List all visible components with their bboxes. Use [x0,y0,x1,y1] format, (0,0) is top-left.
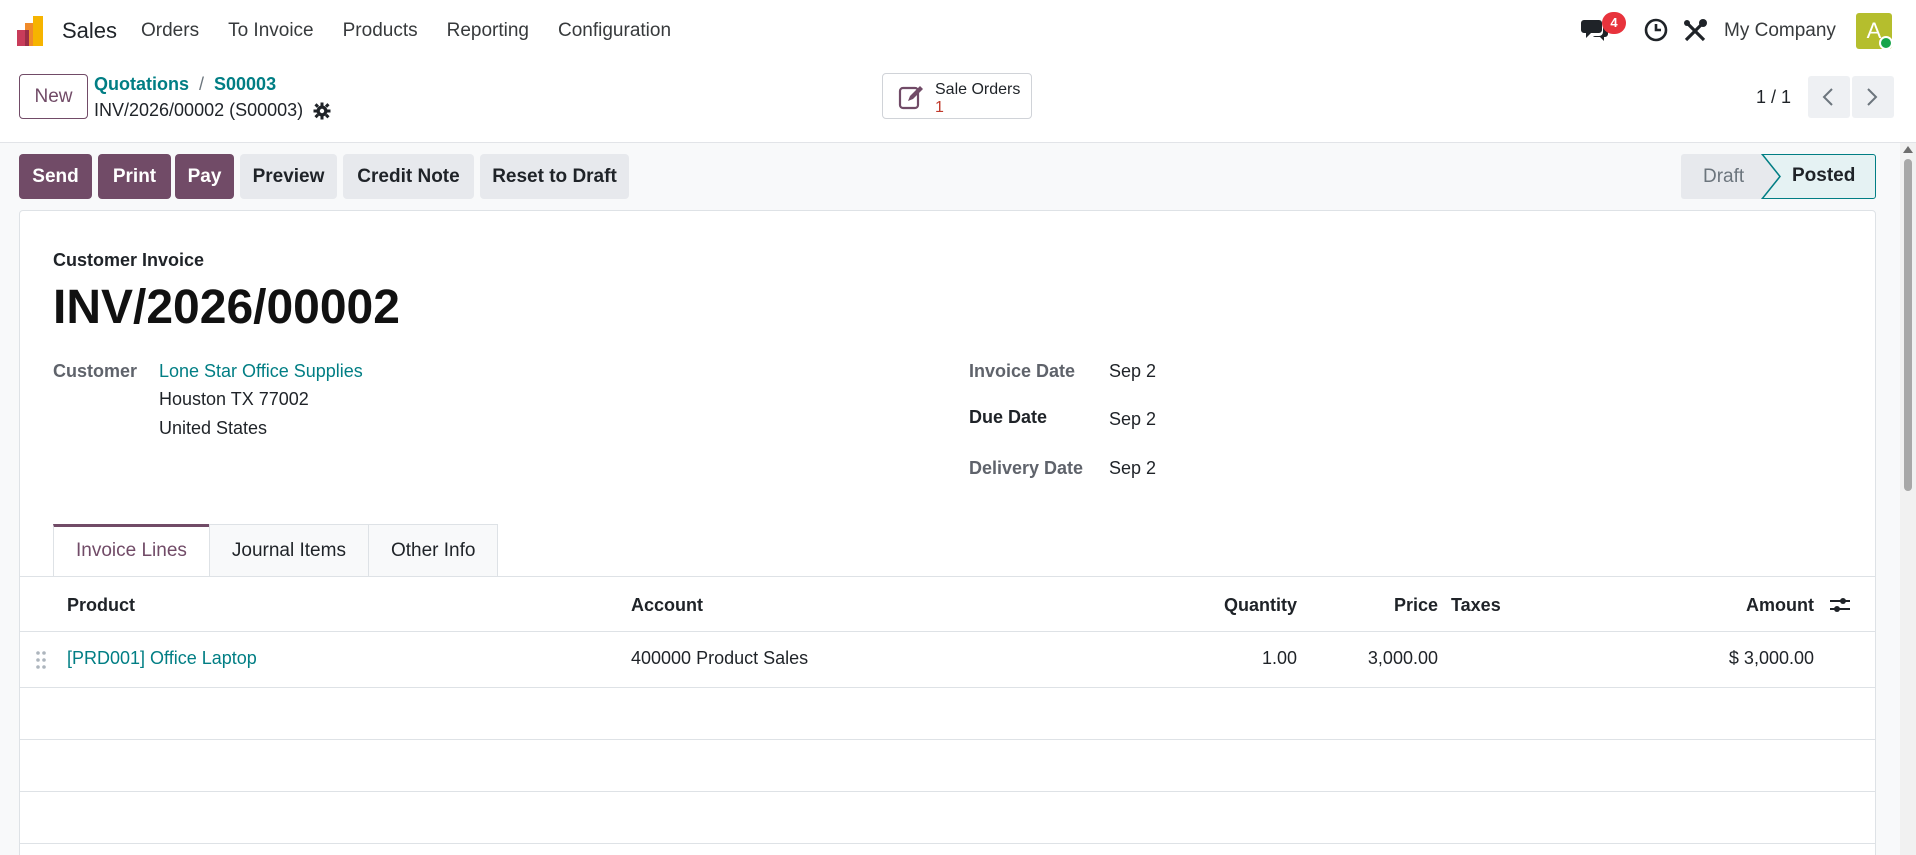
chevron-left-icon [1822,88,1833,106]
gear-icon[interactable] [313,102,331,120]
app-name[interactable]: Sales [62,18,117,44]
sale-orders-smart-button[interactable]: Sale Orders 1 [882,73,1032,119]
notebook-tabs: Invoice Lines Journal Items Other Info [53,524,499,577]
breadcrumb-order[interactable]: S00003 [214,74,276,95]
empty-row-divider [20,843,1875,844]
menu-item-to-invoice[interactable]: To Invoice [228,20,314,42]
empty-row-divider [20,791,1875,792]
company-switcher[interactable]: My Company [1724,20,1836,42]
tab-divider [19,576,1876,577]
menu-item-products[interactable]: Products [343,20,418,42]
customer-address-line1: Houston TX 77002 [159,389,309,409]
customer-link[interactable]: Lone Star Office Supplies [159,361,363,382]
line-quantity[interactable]: 1.00 [1262,648,1297,669]
send-button[interactable]: Send [19,154,92,199]
top-navbar: Sales Orders To Invoice Products Reporti… [0,0,1916,63]
menu-item-reporting[interactable]: Reporting [447,20,529,42]
column-header-account[interactable]: Account [631,595,703,616]
pager-next-button[interactable] [1852,76,1894,118]
online-status-dot [1879,36,1893,50]
drag-handle-icon[interactable] [35,650,47,670]
menu-item-configuration[interactable]: Configuration [558,20,671,42]
line-amount: $ 3,000.00 [1728,648,1814,668]
invoice-number: INV/2026/00002 [53,281,400,334]
empty-row-divider [20,739,1875,740]
table-row-divider [20,687,1875,688]
due-date-label: Due Date [969,407,1048,427]
due-date-value[interactable]: Sep 2 [1109,409,1156,430]
column-header-taxes[interactable]: Taxes [1451,595,1501,616]
column-options-icon[interactable] [1829,595,1851,615]
line-price[interactable]: 3,000.00 [1368,648,1438,669]
column-header-product[interactable]: Product [67,595,135,616]
smart-button-count: 1 [935,99,944,116]
line-account[interactable]: 400000 Product Sales [631,648,808,669]
record-title: INV/2026/00002 (S00003) [94,100,331,121]
clock-icon[interactable] [1644,18,1668,42]
breadcrumb-separator: / [199,74,205,94]
tab-invoice-lines[interactable]: Invoice Lines [53,524,210,577]
chevron-right-icon [1867,88,1878,106]
pay-button[interactable]: Pay [175,154,234,199]
menu-item-orders[interactable]: Orders [141,20,199,42]
breadcrumb: Quotations / S00003 [94,74,276,95]
chat-count-badge: 4 [1602,12,1626,34]
delivery-date-value[interactable]: Sep 2 [1109,458,1156,479]
document-type: Customer Invoice [53,250,205,270]
tab-journal-items[interactable]: Journal Items [208,524,369,577]
main-menu: Orders To Invoice Products Reporting Con… [141,20,700,42]
smart-button-label: Sale Orders [935,81,1021,98]
pager-previous-button[interactable] [1808,76,1850,118]
tab-other-info[interactable]: Other Info [367,524,499,577]
invoice-date-value[interactable]: Sep 2 [1109,361,1156,382]
credit-note-button[interactable]: Credit Note [343,154,474,199]
pager-value[interactable]: 1 / 1 [1756,87,1791,108]
stage-arrow-icon [1761,154,1781,199]
print-button[interactable]: Print [98,154,171,199]
sales-app-icon[interactable] [17,16,49,46]
scroll-thumb[interactable] [1904,159,1912,491]
control-panel: New Quotations / S00003 INV/2026/00002 (… [0,63,1916,143]
breadcrumb-quotations[interactable]: Quotations [94,74,189,95]
delivery-date-label: Delivery Date [969,458,1084,478]
status-bar: Draft Posted [1681,154,1876,199]
preview-button[interactable]: Preview [240,154,337,199]
edit-document-icon [898,86,923,110]
column-header-quantity[interactable]: Quantity [1224,595,1297,616]
new-button[interactable]: New [19,74,88,119]
page-scrollbar[interactable] [1900,143,1916,855]
scroll-up-arrow-icon[interactable] [1903,146,1913,153]
invoice-date-label: Invoice Date [969,361,1076,381]
table-header-divider [20,631,1875,632]
customer-label: Customer [53,361,138,381]
reset-to-draft-button[interactable]: Reset to Draft [480,154,629,199]
customer-address-line2: United States [159,418,268,438]
tools-icon[interactable] [1682,18,1708,44]
column-header-amount[interactable]: Amount [1746,595,1814,616]
line-product[interactable]: [PRD001] Office Laptop [67,648,257,669]
record-title-text: INV/2026/00002 (S00003) [94,100,304,120]
column-header-price[interactable]: Price [1394,595,1438,616]
